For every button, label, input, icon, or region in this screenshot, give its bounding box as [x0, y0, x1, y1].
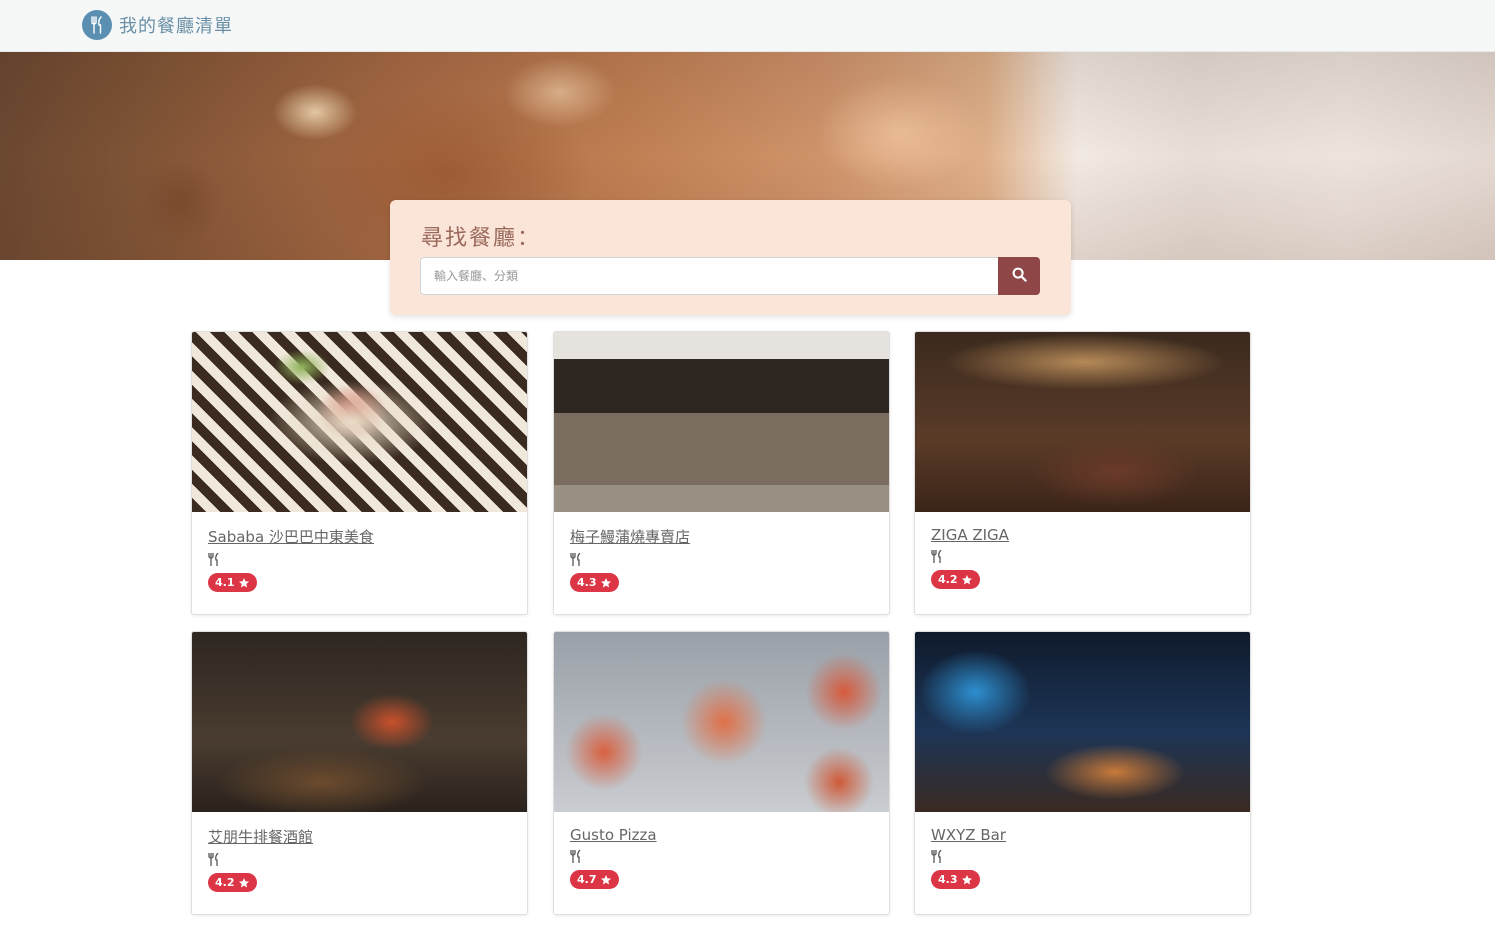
search-icon [1012, 267, 1027, 285]
rating-value: 4.2 [938, 573, 958, 586]
restaurant-image[interactable] [554, 632, 889, 812]
restaurant-card[interactable]: ZIGA ZIGA 4.2 [914, 331, 1251, 615]
restaurant-image[interactable] [915, 332, 1250, 512]
search-input[interactable] [420, 257, 1000, 295]
brand-link[interactable]: 我的餐廳清單 [82, 10, 233, 40]
restaurant-image[interactable] [915, 632, 1250, 812]
restaurant-name-link[interactable]: Gusto Pizza [570, 826, 657, 844]
star-icon [600, 577, 611, 587]
rating-value: 4.3 [577, 576, 597, 589]
restaurant-name-link[interactable]: Sababa 沙巴巴中東美食 [208, 526, 374, 547]
restaurant-card[interactable]: 艾朋牛排餐酒館 4.2 [191, 631, 528, 915]
utensils-icon [931, 548, 1009, 564]
restaurant-name-link[interactable]: 艾朋牛排餐酒館 [208, 826, 313, 847]
restaurant-image[interactable] [554, 332, 889, 512]
star-icon [600, 874, 611, 884]
restaurant-name-link[interactable]: 梅子鰻蒲燒專賣店 [570, 526, 690, 547]
restaurant-name-link[interactable]: ZIGA ZIGA [931, 526, 1009, 544]
rating-value: 4.1 [215, 576, 235, 589]
utensils-icon [82, 10, 112, 40]
utensils-icon [208, 551, 374, 567]
search-button[interactable] [998, 257, 1040, 295]
utensils-icon [570, 551, 690, 567]
restaurant-card[interactable]: WXYZ Bar 4.3 [914, 631, 1251, 915]
star-icon [961, 574, 972, 584]
rating-value: 4.2 [215, 876, 235, 889]
star-icon [238, 877, 249, 887]
star-icon [238, 577, 249, 587]
rating-value: 4.3 [938, 873, 958, 886]
rating-badge: 4.7 [570, 870, 619, 889]
utensils-icon [931, 848, 1006, 864]
utensils-icon [208, 851, 313, 867]
utensils-icon [570, 848, 657, 864]
restaurant-image[interactable] [192, 332, 527, 512]
rating-value: 4.7 [577, 873, 597, 886]
navbar: 我的餐廳清單 [0, 0, 1495, 52]
restaurant-card[interactable]: Gusto Pizza 4.7 [553, 631, 890, 915]
restaurant-card[interactable]: 梅子鰻蒲燒專賣店 4.3 [553, 331, 890, 615]
restaurant-card[interactable]: Sababa 沙巴巴中東美食 4.1 [191, 331, 528, 615]
restaurant-image[interactable] [192, 632, 527, 812]
star-icon [961, 874, 972, 884]
rating-badge: 4.3 [570, 573, 619, 592]
rating-badge: 4.3 [931, 870, 980, 889]
search-panel: 尋找餐廳： [390, 200, 1071, 315]
rating-badge: 4.2 [931, 570, 980, 589]
brand-title: 我的餐廳清單 [119, 16, 233, 37]
restaurant-name-link[interactable]: WXYZ Bar [931, 826, 1006, 844]
search-title: 尋找餐廳： [421, 226, 542, 251]
rating-badge: 4.2 [208, 873, 257, 892]
rating-badge: 4.1 [208, 573, 257, 592]
